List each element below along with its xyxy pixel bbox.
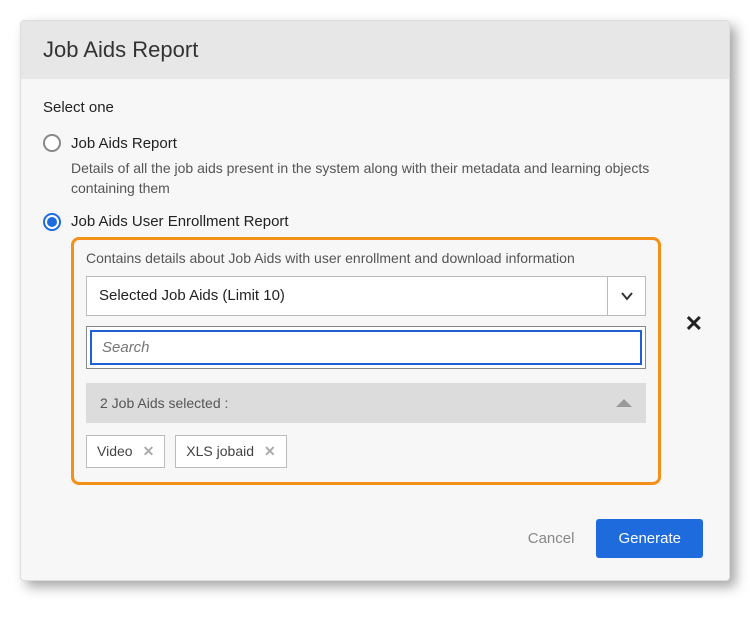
dialog-footer: Cancel Generate	[21, 495, 729, 580]
radio-description: Details of all the job aids present in t…	[71, 158, 707, 199]
chip-label: XLS jobaid	[186, 443, 254, 459]
chevron-down-icon	[620, 289, 634, 303]
generate-button[interactable]: Generate	[596, 519, 703, 558]
dropdown-toggle[interactable]	[607, 277, 645, 315]
remove-chip-icon[interactable]: ✕	[264, 443, 276, 460]
dialog-title: Job Aids Report	[21, 21, 729, 79]
job-aids-report-dialog: Job Aids Report Select one Job Aids Repo…	[20, 20, 730, 581]
dialog-body: Select one Job Aids Report Details of al…	[21, 79, 729, 495]
radio-label: Job Aids Report	[71, 135, 177, 152]
chip-xls-jobaid: XLS jobaid ✕	[175, 435, 286, 468]
option-description: Contains details about Job Aids with use…	[86, 250, 646, 266]
selected-count-label: 2 Job Aids selected :	[100, 395, 228, 411]
dropdown-label: Selected Job Aids (Limit 10)	[87, 277, 607, 315]
chip-video: Video ✕	[86, 435, 165, 468]
remove-chip-icon[interactable]: ✕	[143, 443, 155, 460]
job-aids-dropdown[interactable]: Selected Job Aids (Limit 10)	[86, 276, 646, 316]
search-input[interactable]	[90, 330, 642, 365]
prompt-label: Select one	[43, 99, 707, 116]
radio-icon[interactable]	[43, 134, 61, 152]
radio-option-job-aids-report[interactable]: Job Aids Report	[43, 134, 707, 152]
radio-icon[interactable]	[43, 213, 61, 231]
chip-label: Video	[97, 443, 133, 459]
selected-chips: Video ✕ XLS jobaid ✕	[86, 435, 646, 468]
clear-selection-icon[interactable]: ✕	[685, 311, 703, 337]
radio-option-user-enrollment-report[interactable]: Job Aids User Enrollment Report	[43, 213, 707, 231]
search-container	[86, 326, 646, 369]
radio-label: Job Aids User Enrollment Report	[71, 213, 289, 230]
cancel-button[interactable]: Cancel	[528, 530, 575, 547]
selected-summary-bar[interactable]: 2 Job Aids selected :	[86, 383, 646, 423]
enrollment-config-panel: Contains details about Job Aids with use…	[71, 237, 661, 485]
collapse-up-icon[interactable]	[616, 399, 632, 407]
